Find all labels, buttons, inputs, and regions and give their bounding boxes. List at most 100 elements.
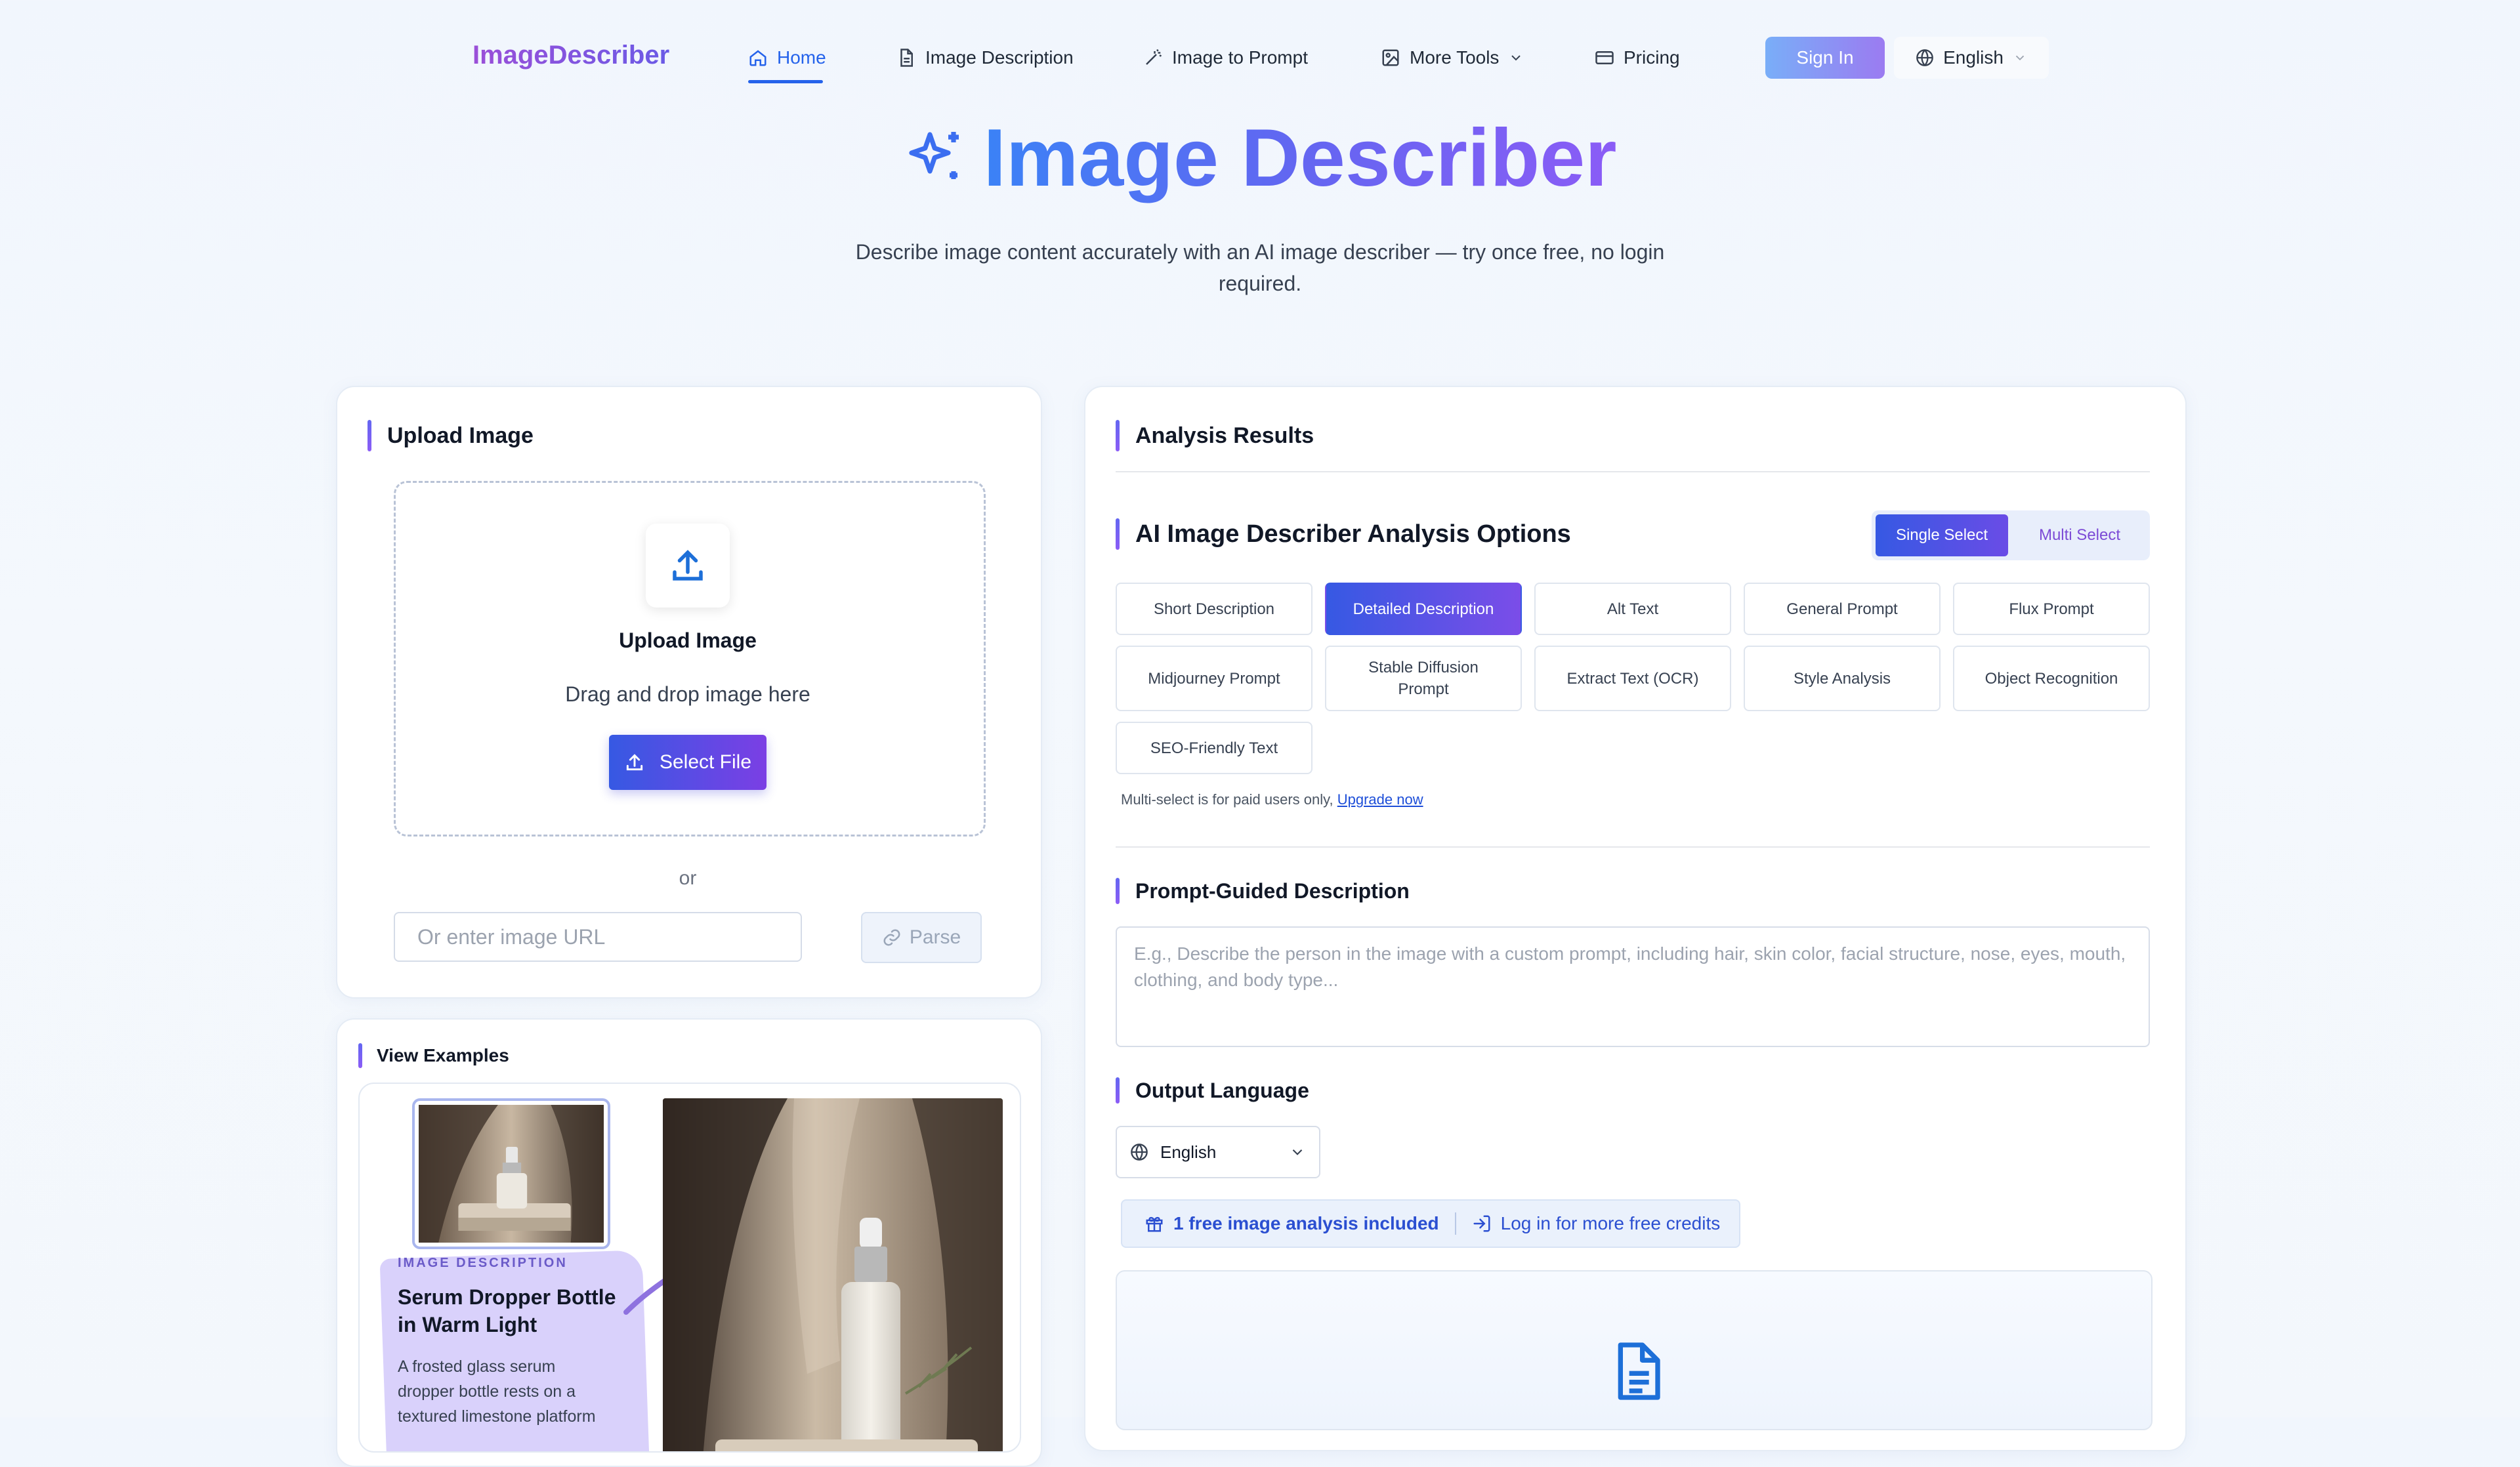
logo[interactable]: ImageDescriber xyxy=(472,41,669,70)
section-accent-bar xyxy=(1116,878,1120,904)
example-heading: Serum Dropper Bottle in Warm Light xyxy=(398,1283,616,1338)
nav-pricing[interactable]: Pricing xyxy=(1595,42,1680,73)
select-mode-toggle: Single Select Multi Select xyxy=(1872,510,2150,560)
link-icon xyxy=(883,929,900,946)
sparkles-icon xyxy=(908,132,959,179)
language-selector[interactable]: English xyxy=(1894,37,2049,79)
nav-image-description-label: Image Description xyxy=(925,47,1074,68)
nav-active-indicator xyxy=(748,80,823,83)
option-alt-text[interactable]: Alt Text xyxy=(1534,583,1731,635)
section-accent-bar xyxy=(368,420,371,451)
option-style-analysis[interactable]: Style Analysis xyxy=(1744,646,1941,711)
document-icon xyxy=(900,49,913,67)
upgrade-link[interactable]: Upgrade now xyxy=(1337,791,1423,808)
divider xyxy=(1116,471,2150,472)
login-credits-link[interactable]: Log in for more free credits xyxy=(1472,1213,1721,1234)
nav-image-to-prompt-label: Image to Prompt xyxy=(1172,47,1308,68)
select-file-button[interactable]: Select File xyxy=(609,735,766,790)
document-icon xyxy=(1618,1342,1660,1400)
hero-subtitle: Describe image content accurately with a… xyxy=(855,240,1665,295)
options-title-text: AI Image Describer Analysis Options xyxy=(1135,520,1571,548)
options-section-title: AI Image Describer Analysis Options xyxy=(1116,518,1571,550)
option-seo-friendly-text[interactable]: SEO-Friendly Text xyxy=(1116,722,1312,774)
free-credit-text: 1 free image analysis included xyxy=(1173,1213,1439,1233)
option-flux-prompt[interactable]: Flux Prompt xyxy=(1953,583,2150,635)
divider xyxy=(1116,846,2150,848)
section-accent-bar xyxy=(358,1043,362,1068)
credits-banner: 1 free image analysis included Log in fo… xyxy=(1121,1199,1740,1248)
example-description-line: dropper bottle rests on a xyxy=(398,1382,576,1401)
nav-home-label: Home xyxy=(777,47,826,68)
output-language-select[interactable]: English xyxy=(1116,1126,1320,1178)
examples-title-text: View Examples xyxy=(377,1045,509,1065)
nav-pricing-label: Pricing xyxy=(1624,47,1680,68)
nav-image-to-prompt[interactable]: Image to Prompt xyxy=(1143,42,1308,73)
select-file-label: Select File xyxy=(659,751,752,773)
nav-image-description[interactable]: Image Description xyxy=(896,42,1074,73)
upload-icon xyxy=(626,754,643,771)
page-title: Image Describer xyxy=(983,113,1617,203)
option-extract-text[interactable]: Extract Text (OCR) xyxy=(1534,646,1731,711)
example-description-line: A frosted glass serum xyxy=(398,1357,556,1376)
output-language-title: Output Language xyxy=(1116,1077,1309,1104)
nav-more-tools[interactable]: More Tools xyxy=(1381,42,1524,73)
upload-icon-box xyxy=(646,524,730,608)
option-stable-diffusion-prompt[interactable]: Stable Diffusion Prompt xyxy=(1325,646,1522,711)
option-general-prompt[interactable]: General Prompt xyxy=(1744,583,1941,635)
example-description: A frosted glass serum dropper bottle res… xyxy=(398,1354,596,1429)
sign-in-button[interactable]: Sign In xyxy=(1765,37,1885,79)
multi-select-note-text: Multi-select is for paid users only, xyxy=(1121,791,1334,808)
prompt-title-text: Prompt-Guided Description xyxy=(1135,878,1410,903)
output-language-value: English xyxy=(1160,1142,1217,1162)
prompt-textarea[interactable]: E.g., Describe the person in the image w… xyxy=(1116,926,2150,1047)
upload-icon xyxy=(673,550,703,581)
multi-select-button[interactable]: Multi Select xyxy=(2013,514,2146,556)
example-heading-line: in Warm Light xyxy=(398,1313,537,1336)
option-short-description[interactable]: Short Description xyxy=(1116,583,1312,635)
globe-icon xyxy=(1916,49,1933,66)
section-accent-bar xyxy=(1116,1077,1120,1104)
chevron-down-icon xyxy=(1292,1149,1303,1155)
parse-label: Parse xyxy=(909,926,961,948)
image-icon xyxy=(1382,49,1399,66)
credits-divider xyxy=(1454,1212,1456,1235)
drop-hint: Drag and drop image here xyxy=(565,682,810,706)
output-language-title-text: Output Language xyxy=(1135,1078,1309,1102)
prompt-section-title: Prompt-Guided Description xyxy=(1116,878,1410,904)
result-output-area xyxy=(1116,1270,2152,1430)
nav-more-tools-label: More Tools xyxy=(1410,47,1500,68)
example-description-line: textured limestone platform xyxy=(398,1407,596,1426)
serum-bottle-thumbnail-image xyxy=(419,1105,604,1243)
example-tag: IMAGE DESCRIPTION xyxy=(398,1256,568,1270)
section-accent-bar xyxy=(1116,420,1120,451)
examples-section-title: View Examples xyxy=(358,1043,509,1068)
parse-button[interactable]: Parse xyxy=(861,912,982,963)
example-thumbnail[interactable] xyxy=(412,1098,610,1249)
magic-wand-icon xyxy=(1146,49,1162,65)
results-title-text: Analysis Results xyxy=(1135,423,1314,448)
option-object-recognition[interactable]: Object Recognition xyxy=(1953,646,2150,711)
serum-bottle-preview-image xyxy=(663,1098,1003,1451)
home-icon xyxy=(749,50,766,66)
login-credits-text: Log in for more free credits xyxy=(1500,1213,1721,1233)
example-item[interactable]: IMAGE DESCRIPTION Serum Dropper Bottle i… xyxy=(358,1083,1021,1453)
results-section-title: Analysis Results xyxy=(1116,420,1314,451)
chevron-down-icon xyxy=(1511,55,1521,61)
globe-icon xyxy=(1131,1144,1148,1161)
multi-select-note: Multi-select is for paid users only, Upg… xyxy=(1121,791,1423,808)
section-accent-bar xyxy=(1116,518,1120,550)
drop-title: Upload Image xyxy=(619,629,757,652)
chevron-down-icon xyxy=(2015,55,2025,61)
option-detailed-description[interactable]: Detailed Description xyxy=(1325,583,1522,635)
hero-title-row: Image Describer xyxy=(0,112,2520,205)
single-select-button[interactable]: Single Select xyxy=(1876,514,2008,556)
or-separator: or xyxy=(679,867,697,889)
upload-section-title: Upload Image xyxy=(368,420,534,451)
option-midjourney-prompt[interactable]: Midjourney Prompt xyxy=(1116,646,1312,711)
nav-home[interactable]: Home xyxy=(748,42,826,73)
gift-icon xyxy=(1146,1216,1163,1232)
login-icon xyxy=(1473,1215,1490,1232)
language-label: English xyxy=(1943,47,2004,68)
image-url-input[interactable]: Or enter image URL xyxy=(394,912,802,962)
credit-card-icon xyxy=(1595,51,1614,64)
